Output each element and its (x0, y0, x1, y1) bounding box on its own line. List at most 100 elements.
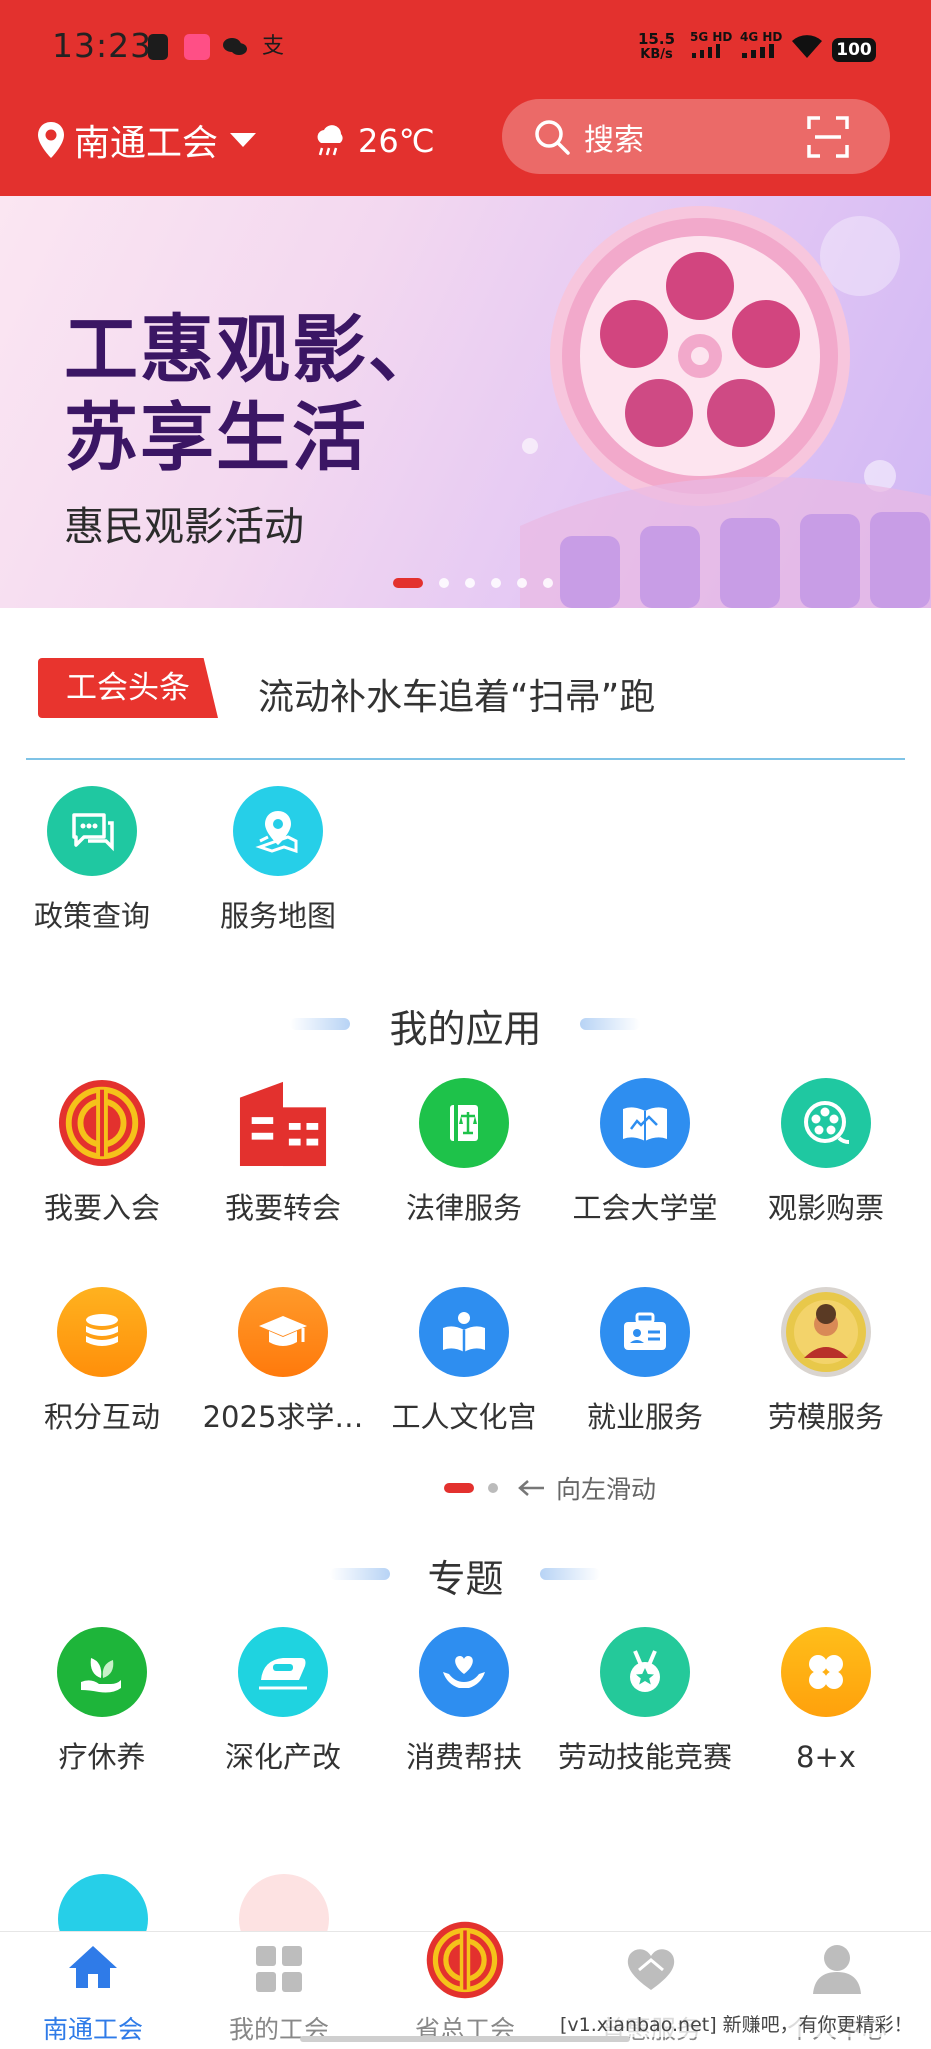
notification-icon (148, 34, 168, 60)
signal-5g: 5G HD (690, 30, 732, 61)
page-dot (488, 1483, 498, 1493)
search-icon (535, 119, 570, 155)
topic-label: 劳动技能竞赛 (557, 1740, 732, 1774)
clover-icon (781, 1627, 871, 1717)
topic-skills-competition[interactable]: 劳动技能竞赛 (555, 1627, 735, 1775)
topic-label: 消费帮扶 (405, 1740, 522, 1774)
banner-headline: 工惠观影、 苏享生活 (64, 307, 444, 481)
status-time: 13:23 (52, 26, 153, 65)
film-reel-icon (781, 1078, 871, 1168)
alipay-icon: 支 (262, 34, 285, 59)
topic-recuperation[interactable]: 疗休养 (12, 1627, 192, 1775)
search-bar[interactable]: 搜索 (502, 99, 890, 174)
rain-cloud-icon (317, 125, 343, 156)
model-worker-badge-icon (781, 1287, 871, 1377)
wifi-icon (790, 32, 824, 58)
heart-icon (627, 1949, 675, 1990)
top-header: 13:23 支 15.5 KB/s 5G HD 4G HD 100 南通工会 2… (0, 0, 931, 196)
news-headline[interactable]: 流动补水车追着“扫帚”跑 (258, 668, 655, 720)
app-label: 积分互动 (43, 1400, 160, 1434)
leaf-hand-icon (57, 1627, 147, 1717)
app-movie-tickets[interactable]: 观影购票 (736, 1078, 916, 1226)
tab-label: 南通工会 (42, 2015, 143, 2044)
search-placeholder: 搜索 (584, 122, 644, 158)
topic-consumption-aid[interactable]: 消费帮扶 (374, 1627, 554, 1775)
page-dot-active (444, 1483, 474, 1493)
app-model-worker-service[interactable]: 劳模服务 (736, 1287, 916, 1435)
app-join-union[interactable]: 我要入会 (12, 1078, 192, 1226)
location-label: 南通工会 (74, 123, 219, 164)
quick-link-label: 服务地图 (219, 899, 336, 933)
app-workers-cultural-palace[interactable]: 工人文化宫 (374, 1287, 554, 1435)
map-pin-icon (233, 786, 323, 876)
app-union-academy[interactable]: 工会大学堂 (555, 1078, 735, 1226)
policy-chat-icon (47, 786, 137, 876)
app-label: 我要入会 (43, 1191, 160, 1225)
carousel-dot (465, 578, 475, 588)
building-icon (238, 1078, 328, 1168)
reading-icon (419, 1287, 509, 1377)
union-emblem-icon (57, 1078, 147, 1168)
graduation-cap-icon (238, 1287, 328, 1377)
app-points[interactable]: 积分互动 (12, 1287, 192, 1435)
open-book-icon (600, 1078, 690, 1168)
topic-label: 深化产改 (224, 1740, 341, 1774)
quick-link-map[interactable]: 服务地图 (188, 786, 368, 934)
signal-4g: 4G HD (740, 30, 782, 61)
carousel-dot (439, 578, 449, 588)
coins-icon (57, 1287, 147, 1377)
section-decor (580, 1018, 640, 1030)
carousel-dot (491, 578, 501, 588)
carousel-dot-active (393, 578, 423, 588)
tab-inclusive-service[interactable]: 普惠服务 (558, 1932, 744, 2044)
arrow-left-icon (518, 1480, 544, 1496)
battery-indicator: 100 (832, 38, 876, 62)
net-speed: 15.5 KB/s (638, 30, 676, 63)
section-decor (540, 1568, 600, 1580)
app-label: 2025求学… (202, 1400, 364, 1434)
tab-provincial-union[interactable]: 省总工会 (372, 1921, 558, 2044)
quick-link-policy[interactable]: 政策查询 (2, 786, 182, 934)
app-legal-service[interactable]: 法律服务 (374, 1078, 554, 1226)
weather-widget: 26℃ (312, 116, 435, 166)
app-study-2025[interactable]: 2025求学… (193, 1287, 373, 1435)
app-notification-icon (184, 34, 210, 60)
watermark: [v1.xianbao.net] 新赚吧，有你更精彩！ (560, 2010, 913, 2037)
app-label: 工人文化宫 (391, 1400, 537, 1434)
topic-industrial-reform[interactable]: 深化产改 (193, 1627, 373, 1775)
my-apps-title: 我的应用 (389, 1007, 542, 1051)
temperature: 26℃ (358, 122, 435, 160)
promo-banner[interactable]: 工惠观影、 苏享生活 惠民观影活动 (0, 196, 931, 608)
topic-label: 疗休养 (58, 1740, 146, 1774)
app-label: 就业服务 (586, 1400, 703, 1434)
app-label: 我要转会 (224, 1191, 341, 1225)
quick-link-label: 政策查询 (33, 899, 150, 933)
grid-icon (256, 1946, 302, 1992)
app-employment-service[interactable]: 就业服务 (555, 1287, 735, 1435)
swipe-hint-text: 向左滑动 (556, 1475, 657, 1504)
medal-icon (600, 1627, 690, 1717)
heart-hands-icon (419, 1627, 509, 1717)
carousel-dot (517, 578, 527, 588)
app-transfer-union[interactable]: 我要转会 (193, 1078, 373, 1226)
location-selector[interactable]: 南通工会 (36, 112, 257, 168)
tab-nantong-union[interactable]: 南通工会 (0, 1932, 186, 2044)
home-indicator (300, 2036, 630, 2042)
scan-icon[interactable] (806, 115, 850, 159)
topic-8-plus-x[interactable]: 8+x (736, 1627, 916, 1775)
tab-personal-center[interactable]: 个人中心 (744, 1932, 930, 2044)
app-label: 法律服务 (405, 1191, 522, 1225)
chevron-down-icon (230, 133, 257, 147)
union-emblem-icon (426, 1921, 504, 1999)
train-icon (238, 1627, 328, 1717)
app-label: 工会大学堂 (572, 1191, 718, 1225)
app-label: 劳模服务 (767, 1400, 884, 1434)
topics-title: 专题 (427, 1557, 504, 1601)
wechat-icon (222, 34, 248, 60)
briefcase-icon (600, 1287, 690, 1377)
status-bar: 13:23 支 15.5 KB/s 5G HD 4G HD 100 (0, 0, 931, 96)
topic-label: 8+x (796, 1740, 856, 1774)
divider (26, 758, 905, 760)
tab-my-union[interactable]: 我的工会 (186, 1932, 372, 2044)
app-label: 观影购票 (767, 1191, 884, 1225)
